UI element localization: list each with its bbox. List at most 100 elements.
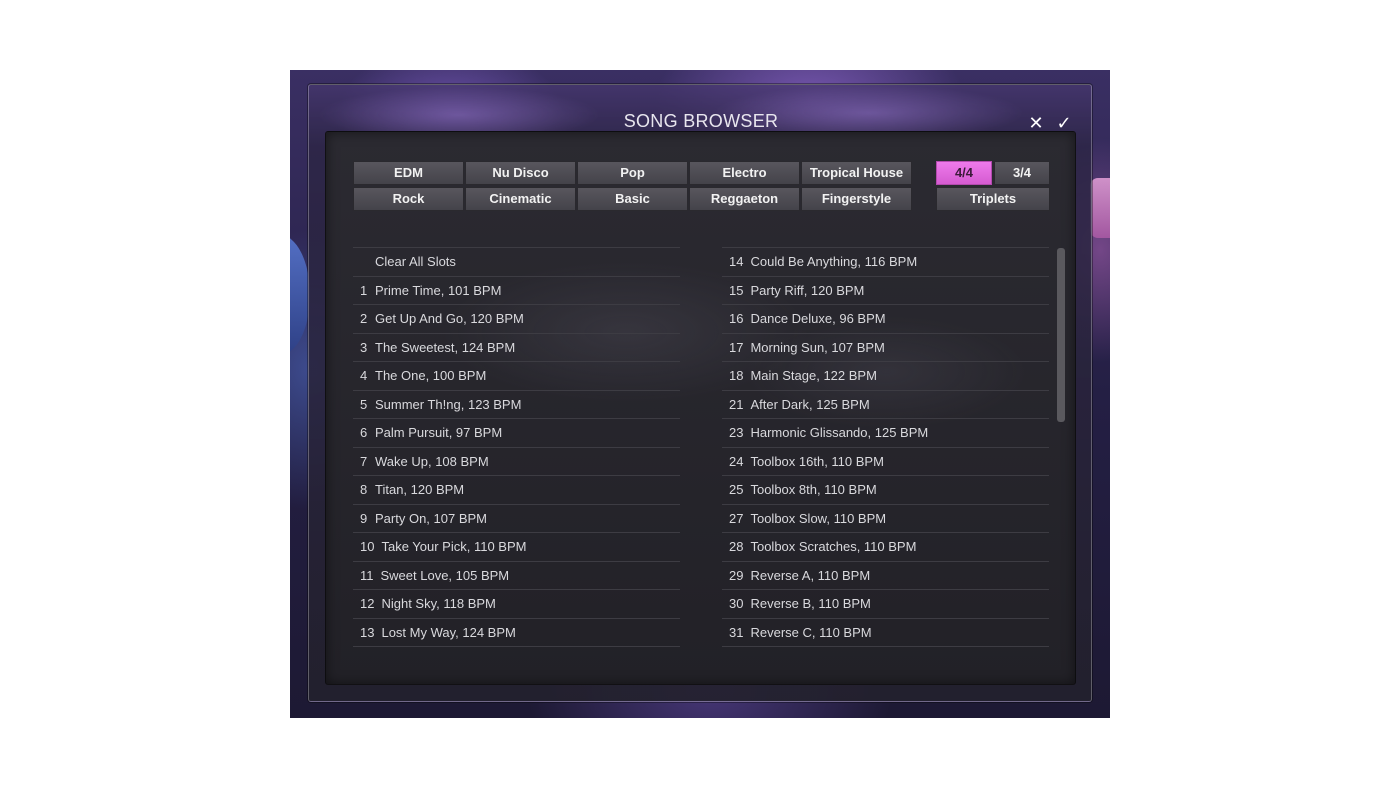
song-title: Sweet Love, 105 BPM bbox=[380, 567, 510, 583]
song-list-item[interactable]: 30 Reverse B, 110 BPM bbox=[722, 590, 1049, 619]
background-decoration bbox=[1090, 178, 1110, 238]
song-slot-number: 18 bbox=[729, 368, 744, 383]
song-title: Prime Time, 101 BPM bbox=[375, 282, 502, 298]
song-slot-number: 31 bbox=[729, 624, 744, 640]
song-list-item[interactable]: 10 Take Your Pick, 110 BPM bbox=[353, 533, 680, 562]
song-list-item[interactable]: 21 After Dark, 125 BPM bbox=[722, 391, 1049, 419]
song-list-item[interactable]: 25 Toolbox 8th, 110 BPM bbox=[722, 476, 1049, 505]
song-slot-number: 21 bbox=[729, 396, 744, 412]
song-slot-number: 27 bbox=[729, 510, 744, 526]
song-list-item[interactable]: 24 Toolbox 16th, 110 BPM bbox=[722, 448, 1049, 476]
meter-button-triplets[interactable]: Triplets bbox=[936, 187, 1050, 211]
song-title: Reverse C, 110 BPM bbox=[750, 624, 872, 640]
song-title: Dance Deluxe, 96 BPM bbox=[750, 311, 886, 326]
song-list-item[interactable]: 7 Wake Up, 108 BPM bbox=[353, 448, 680, 476]
genre-button-edm[interactable]: EDM bbox=[353, 161, 464, 185]
song-slot-number: 10 bbox=[360, 539, 375, 554]
song-slot-number: 8 bbox=[360, 482, 368, 497]
genre-button-tropical-house[interactable]: Tropical House bbox=[801, 161, 912, 185]
song-title: The Sweetest, 124 BPM bbox=[375, 339, 516, 355]
song-slot-number: 12 bbox=[360, 596, 375, 611]
song-title: Party On, 107 BPM bbox=[375, 510, 487, 526]
song-slot-number: 4 bbox=[360, 368, 368, 383]
song-slot-number: 24 bbox=[729, 453, 744, 469]
dialog-title: SONG BROWSER bbox=[623, 111, 779, 131]
song-slot-number: 11 bbox=[360, 567, 374, 583]
genre-filter-grid: EDM Nu Disco Pop Electro Tropical House … bbox=[353, 161, 912, 211]
song-title: Party Riff, 120 BPM bbox=[750, 282, 865, 298]
song-title: Toolbox 16th, 110 BPM bbox=[750, 453, 884, 469]
song-list-item[interactable]: 27 Toolbox Slow, 110 BPM bbox=[722, 505, 1049, 533]
genre-button-fingerstyle[interactable]: Fingerstyle bbox=[801, 187, 912, 211]
song-slot-number: 25 bbox=[729, 482, 744, 497]
clear-all-slots-label: Clear All Slots bbox=[375, 254, 456, 269]
song-slot-number: 9 bbox=[360, 510, 368, 526]
song-slot-number: 1 bbox=[360, 282, 368, 298]
scrollbar-thumb[interactable] bbox=[1057, 248, 1065, 422]
song-list-item[interactable]: 15 Party Riff, 120 BPM bbox=[722, 277, 1049, 305]
song-title: Could Be Anything, 116 BPM bbox=[750, 254, 918, 269]
genre-button-reggaeton[interactable]: Reggaeton bbox=[689, 187, 800, 211]
genre-button-basic[interactable]: Basic bbox=[577, 187, 688, 211]
song-title: Reverse B, 110 BPM bbox=[750, 596, 871, 611]
app-background: SONG BROWSER ✕ ✓ EDM Nu Disco Pop Electr… bbox=[290, 70, 1110, 718]
song-slot-number: 17 bbox=[729, 339, 744, 355]
song-slot-number: 7 bbox=[360, 453, 368, 469]
song-slot-number: 5 bbox=[360, 396, 368, 412]
song-list-item[interactable]: 16 Dance Deluxe, 96 BPM bbox=[722, 305, 1049, 334]
song-list-item[interactable]: 5 Summer Th!ng, 123 BPM bbox=[353, 391, 680, 419]
clear-all-slots-button[interactable]: Clear All Slots bbox=[353, 248, 680, 277]
genre-button-nu-disco[interactable]: Nu Disco bbox=[465, 161, 576, 185]
song-title: Toolbox 8th, 110 BPM bbox=[750, 482, 877, 497]
song-list-item[interactable]: 4 The One, 100 BPM bbox=[353, 362, 680, 391]
background-decoration bbox=[290, 235, 310, 355]
meter-button-3-4[interactable]: 3/4 bbox=[994, 161, 1050, 185]
song-slot-number: 2 bbox=[360, 311, 368, 326]
song-slot-number: 23 bbox=[729, 425, 744, 440]
song-title: Toolbox Slow, 110 BPM bbox=[750, 510, 887, 526]
genre-button-electro[interactable]: Electro bbox=[689, 161, 800, 185]
song-slot-number: 16 bbox=[729, 311, 744, 326]
song-title: Morning Sun, 107 BPM bbox=[750, 339, 885, 355]
song-slot-number: 28 bbox=[729, 539, 744, 554]
song-slot-number: 3 bbox=[360, 339, 368, 355]
song-list-right: 14 Could Be Anything, 116 BPM 15 Party Riff… bbox=[722, 247, 1049, 647]
genre-button-pop[interactable]: Pop bbox=[577, 161, 688, 185]
song-title: Main Stage, 122 BPM bbox=[750, 368, 877, 383]
song-slot-number: 30 bbox=[729, 596, 744, 611]
song-list-item[interactable]: 6 Palm Pursuit, 97 BPM bbox=[353, 419, 680, 448]
song-title: Get Up And Go, 120 BPM bbox=[375, 311, 524, 326]
meter-button-4-4[interactable]: 4/4 bbox=[936, 161, 992, 185]
song-list-item[interactable]: 9 Party On, 107 BPM bbox=[353, 505, 680, 533]
song-list-item[interactable]: 18 Main Stage, 122 BPM bbox=[722, 362, 1049, 391]
song-list-item[interactable]: 28 Toolbox Scratches, 110 BPM bbox=[722, 533, 1049, 562]
song-title: Night Sky, 118 BPM bbox=[381, 596, 496, 611]
genre-button-rock[interactable]: Rock bbox=[353, 187, 464, 211]
song-list-item[interactable]: 1 Prime Time, 101 BPM bbox=[353, 277, 680, 305]
song-title: Wake Up, 108 BPM bbox=[375, 453, 489, 469]
song-list-item[interactable]: 8 Titan, 120 BPM bbox=[353, 476, 680, 505]
meter-filter-grid: 4/4 3/4 Triplets bbox=[936, 161, 1050, 211]
song-list-item[interactable]: 12 Night Sky, 118 BPM bbox=[353, 590, 680, 619]
song-list-item[interactable]: 14 Could Be Anything, 116 BPM bbox=[722, 248, 1049, 277]
song-title: Titan, 120 BPM bbox=[375, 482, 465, 497]
song-list-item[interactable]: 2 Get Up And Go, 120 BPM bbox=[353, 305, 680, 334]
song-title: After Dark, 125 BPM bbox=[750, 396, 870, 412]
song-slot-number: 13 bbox=[360, 624, 375, 640]
song-list-item[interactable]: 3 The Sweetest, 124 BPM bbox=[353, 334, 680, 362]
genre-button-cinematic[interactable]: Cinematic bbox=[465, 187, 576, 211]
song-list-item[interactable]: 11 Sweet Love, 105 BPM bbox=[353, 562, 680, 590]
browser-panel: EDM Nu Disco Pop Electro Tropical House … bbox=[325, 131, 1076, 685]
song-slot-number: 29 bbox=[729, 567, 744, 583]
song-title: Summer Th!ng, 123 BPM bbox=[375, 396, 522, 412]
song-browser-dialog: SONG BROWSER ✕ ✓ EDM Nu Disco Pop Electr… bbox=[308, 84, 1092, 702]
song-list-item[interactable]: 31 Reverse C, 110 BPM bbox=[722, 619, 1049, 647]
song-list-item[interactable]: 29 Reverse A, 110 BPM bbox=[722, 562, 1049, 590]
song-list-item[interactable]: 23 Harmonic Glissando, 125 BPM bbox=[722, 419, 1049, 448]
song-title: Toolbox Scratches, 110 BPM bbox=[750, 539, 917, 554]
song-title: Palm Pursuit, 97 BPM bbox=[375, 425, 503, 440]
song-title: Lost My Way, 124 BPM bbox=[381, 624, 516, 640]
song-slot-number: 15 bbox=[729, 282, 744, 298]
song-list-item[interactable]: 13 Lost My Way, 124 BPM bbox=[353, 619, 680, 647]
song-list-item[interactable]: 17 Morning Sun, 107 BPM bbox=[722, 334, 1049, 362]
